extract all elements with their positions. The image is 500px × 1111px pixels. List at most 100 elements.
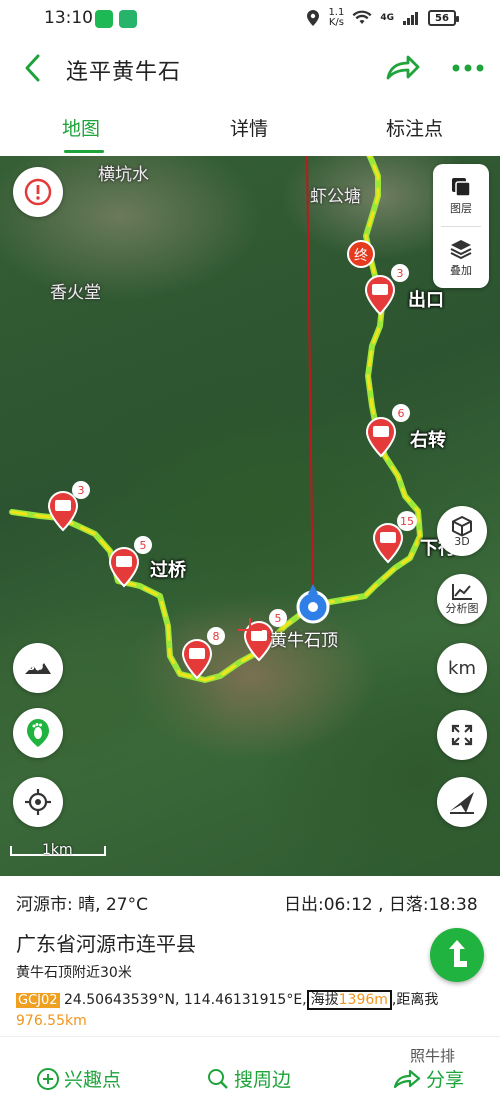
latitude-text: 24.50643539°N (63, 992, 175, 1008)
unit-label: km (448, 657, 476, 679)
bottom-action-bar: 照牛排 兴趣点 搜周边 分享 (0, 1036, 500, 1111)
weather-text: 河源市: 晴, 27°C (16, 895, 148, 915)
track-base (9, 156, 423, 683)
view-3d-label: 3D (454, 534, 470, 548)
summit-label: 黄牛石顶 (270, 631, 338, 651)
photo-pin[interactable]: 8 (181, 627, 225, 680)
layers-button[interactable]: 图层 (433, 166, 489, 226)
poi-label: 兴趣点 (64, 1069, 122, 1091)
navigate-button[interactable] (437, 777, 487, 827)
altitude-box: 海拔1396m (306, 990, 392, 1010)
network-speed: 1.1 K/s (328, 8, 344, 28)
locate-button[interactable] (13, 777, 63, 827)
trail-label-bridge: 过桥 (150, 560, 186, 581)
search-nearby-button[interactable]: 搜周边 (206, 1065, 291, 1092)
wifi-icon (352, 10, 372, 24)
photo-count: 8 (213, 630, 220, 643)
photo-count: 5 (275, 612, 282, 625)
coord-system-badge: GCJ02 (16, 993, 60, 1008)
terrain-3d-button[interactable]: 3D (13, 643, 63, 693)
distance-label: 距离我 (396, 992, 439, 1008)
tab-bar: 地图 详情 标注点 (0, 100, 500, 156)
location-icon (307, 10, 320, 26)
map-view[interactable]: 终 3 6 15 3 5 8 5 横坑水 虾公塘 香火堂 黄牛石顶 出口 右转 … (0, 156, 500, 876)
share-bottom-button[interactable]: 分享 (392, 1065, 464, 1092)
speed-unit: K/s (328, 17, 344, 28)
photo-count: 3 (78, 484, 85, 497)
search-icon (208, 1068, 228, 1089)
overlay-label: 叠加 (450, 264, 472, 277)
photo-count: 6 (398, 407, 405, 420)
poi-button[interactable]: 兴趣点 (36, 1065, 121, 1092)
trail-label-turn-right: 右转 (410, 430, 446, 451)
overlay-stack-icon (450, 240, 472, 260)
sunrise-sunset-text: 日出:06:12 , 日落:18:38 (284, 895, 478, 915)
end-marker-label: 终 (354, 248, 368, 264)
notification-icons (95, 10, 137, 28)
app-notification-icon-2 (119, 10, 137, 28)
alert-icon (24, 178, 52, 206)
tab-map[interactable]: 地图 (62, 114, 100, 141)
footprint-icon (27, 719, 49, 747)
share-arrow-icon (386, 55, 420, 80)
share-button[interactable] (382, 50, 422, 86)
paper-plane-icon (450, 792, 474, 814)
place-label: 虾公塘 (310, 187, 361, 207)
turn-arrow-icon (449, 940, 467, 967)
signal-icon (403, 12, 418, 25)
tab-markers[interactable]: 标注点 (386, 114, 443, 141)
chevron-left-icon (25, 54, 40, 82)
search-nearby-label: 搜周边 (234, 1069, 292, 1091)
analysis-button[interactable]: 分析图 (437, 574, 487, 624)
battery-level: 56 (435, 12, 449, 24)
analysis-label: 分析图 (445, 602, 479, 615)
terrain-3d-icon: 3D (25, 662, 51, 674)
photo-pin[interactable]: 3 (47, 481, 90, 532)
more-dots-icon (452, 64, 484, 72)
region-text: 广东省河源市连平县 (16, 932, 196, 956)
bearing-line (306, 156, 314, 607)
scale-label: 1km (42, 842, 73, 858)
status-bar: 13:10 1.1 K/s 4G 56 (0, 0, 500, 38)
watermark-text: 照牛排 (410, 1047, 456, 1065)
layer-divider (441, 226, 481, 227)
cube-icon (452, 515, 472, 536)
photo-count: 3 (397, 267, 404, 280)
altitude-value: 1396m (338, 992, 388, 1008)
tab-details[interactable]: 详情 (230, 114, 268, 141)
back-button[interactable] (18, 50, 52, 86)
alert-button[interactable] (13, 167, 63, 217)
overlay-button[interactable]: 叠加 (433, 228, 489, 288)
footprint-button[interactable] (13, 708, 63, 758)
nearby-text: 黄牛石顶附近30米 (16, 965, 132, 981)
place-label: 香火堂 (50, 283, 101, 303)
view-3d-button[interactable]: 3D (437, 506, 487, 556)
photo-count: 15 (400, 515, 414, 528)
fullscreen-expand-icon (451, 724, 473, 746)
locate-crosshair-icon (25, 789, 51, 815)
layer-panel: 图层 叠加 (433, 164, 489, 288)
coordinates-line: GCJ02 24.50643539°N, 114.46131915°E, 海拔13… (16, 990, 439, 1029)
share-arrow-icon (393, 1069, 421, 1088)
location-info-panel: 河源市: 晴, 27°C 日出:06:12 , 日落:18:38 广东省河源市连… (0, 876, 500, 1036)
plus-circle-icon (37, 1067, 59, 1090)
current-location-marker[interactable] (296, 584, 330, 624)
app-header: 连平黄牛石 (0, 38, 500, 100)
battery-icon: 56 (428, 10, 459, 26)
navigation-fab[interactable] (430, 928, 484, 982)
photo-count: 5 (140, 539, 147, 552)
more-button[interactable] (448, 50, 488, 86)
page-title: 连平黄牛石 (66, 60, 182, 85)
place-label: 横坑水 (98, 165, 149, 185)
network-type: 4G (380, 13, 394, 23)
distance-value: 976.55km (16, 1013, 87, 1029)
fullscreen-button[interactable] (437, 710, 487, 760)
longitude-text: 114.46131915°E (183, 992, 303, 1008)
svg-text:3D: 3D (28, 662, 43, 673)
line-chart-icon (452, 584, 472, 600)
altitude-label: 海拔 (310, 992, 339, 1008)
route-overlay: 终 3 6 15 3 5 8 5 (9, 156, 423, 683)
unit-toggle-button[interactable]: km (437, 643, 487, 693)
app-notification-icon (95, 10, 113, 28)
track-highlight (10, 156, 422, 682)
